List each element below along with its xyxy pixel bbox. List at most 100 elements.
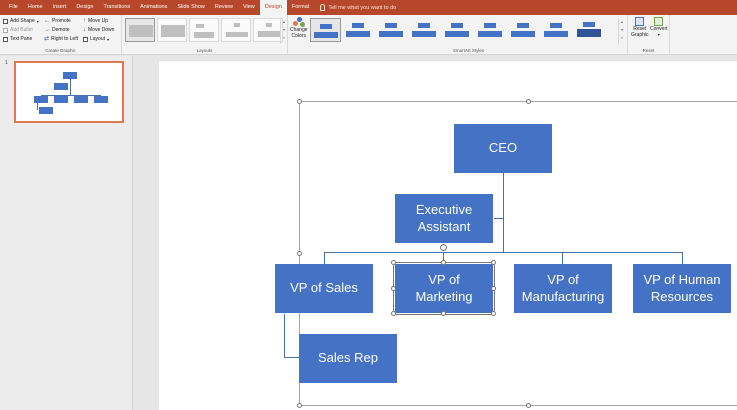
node-assistant-label-1: Executive	[415, 201, 473, 217]
right-to-left-button[interactable]: ⇄ Right to Left	[44, 35, 78, 43]
add-bullet-button[interactable]: Add Bullet	[3, 26, 33, 34]
style-option-4[interactable]	[409, 18, 440, 42]
layout-option-2[interactable]	[157, 18, 187, 42]
tab-review[interactable]: Review	[210, 0, 238, 15]
shape-handle[interactable]	[491, 260, 496, 265]
shape-handle[interactable]	[491, 286, 496, 291]
connector-line	[324, 252, 325, 264]
shape-handle[interactable]	[391, 311, 396, 316]
node-vp-manufacturing[interactable]: VP of Manufacturing	[514, 264, 612, 313]
shape-handle[interactable]	[391, 286, 396, 291]
style-option-3[interactable]	[376, 18, 407, 42]
reset-graphic-button[interactable]: Reset Graphic	[631, 17, 649, 45]
shape-handle[interactable]	[391, 260, 396, 265]
node-vp-hr-label-1: VP of Human	[643, 271, 721, 287]
resize-handle[interactable]	[526, 99, 531, 104]
move-down-arrow-icon: ↓	[83, 26, 86, 33]
tab-insert[interactable]: Insert	[48, 0, 72, 15]
node-sales-rep[interactable]: Sales Rep	[299, 334, 397, 383]
tab-smartart-design[interactable]: Design	[259, 0, 287, 15]
connector-line	[284, 314, 285, 357]
layouts-label: Layouts	[196, 48, 213, 53]
move-down-button[interactable]: ↓ Move Down	[83, 26, 114, 34]
node-sales-rep-label: Sales Rep	[318, 350, 378, 366]
layouts-group: ▴ ▾ ▿ Layouts	[122, 15, 288, 55]
tab-design[interactable]: Design	[71, 0, 98, 15]
node-assistant-label-2: Assistant	[417, 218, 471, 234]
slide-thumbnail-1[interactable]	[14, 61, 124, 123]
style-option-9[interactable]	[574, 18, 605, 42]
style-option-7[interactable]	[508, 18, 539, 42]
tab-slide-show[interactable]: Slide Show	[172, 0, 210, 15]
change-colors-button[interactable]: Change Colors	[290, 17, 308, 45]
move-up-button[interactable]: ↑ Move Up	[83, 17, 108, 25]
resize-handle[interactable]	[297, 403, 302, 408]
style-option-6[interactable]	[475, 18, 506, 42]
styles-scroll-buttons[interactable]: ▴ ▾ ▿	[618, 18, 625, 44]
create-graphic-label: Create Graphic	[45, 48, 76, 53]
node-executive-assistant[interactable]: Executive Assistant	[395, 194, 493, 243]
tell-me-box[interactable]: Tell me what you want to do	[320, 4, 396, 11]
tab-transitions[interactable]: Transitions	[98, 0, 135, 15]
shape-handle[interactable]	[441, 311, 446, 316]
tab-file[interactable]: File	[4, 0, 23, 15]
tab-animations[interactable]: Animations	[135, 0, 172, 15]
rotate-handle[interactable]	[440, 244, 447, 251]
convert-button[interactable]: Convert ▾	[650, 17, 668, 45]
tab-view[interactable]: View	[238, 0, 260, 15]
reset-graphic-icon	[635, 17, 645, 26]
layout-label: Layout	[90, 36, 106, 42]
demote-arrow-icon: →	[44, 26, 50, 33]
node-ceo[interactable]: CEO	[454, 124, 552, 173]
text-pane-label: Text Pane	[10, 36, 33, 42]
node-vp-hr-label-2: Resources	[650, 288, 714, 304]
layout-option-1[interactable]	[125, 18, 155, 42]
convert-icon	[654, 17, 664, 26]
add-shape-label: Add Shape	[10, 18, 35, 24]
style-option-2[interactable]	[343, 18, 374, 42]
smartart-styles-label: SmartArt Styles	[452, 48, 485, 53]
layout-option-3[interactable]	[189, 18, 219, 42]
ribbon: Add Shape ▾ Add Bullet Text Pane ← Promo…	[0, 15, 737, 55]
tab-format[interactable]: Format	[287, 0, 314, 15]
dropdown-arrow-icon: ▾	[657, 32, 660, 37]
connector-line	[682, 252, 683, 264]
add-shape-icon	[3, 18, 8, 24]
promote-arrow-icon: ←	[44, 17, 50, 24]
shape-handle[interactable]	[441, 260, 446, 265]
node-vp-manufacturing-label-1: VP of	[547, 271, 579, 287]
add-shape-button[interactable]: Add Shape ▾	[3, 17, 39, 25]
text-pane-button[interactable]: Text Pane	[3, 35, 32, 43]
tab-home[interactable]: Home	[23, 0, 48, 15]
resize-handle[interactable]	[297, 251, 302, 256]
node-vp-sales[interactable]: VP of Sales	[275, 264, 373, 313]
move-up-label: Move Up	[88, 18, 109, 24]
demote-button[interactable]: → Demote	[44, 26, 70, 34]
node-vp-human-resources[interactable]: VP of Human Resources	[633, 264, 731, 313]
node-vp-marketing[interactable]: VP of Marketing	[393, 262, 495, 315]
node-vp-marketing-label-2: Marketing	[415, 288, 473, 304]
resize-handle[interactable]	[526, 403, 531, 408]
promote-button[interactable]: ← Promote	[44, 17, 71, 25]
move-up-arrow-icon: ↑	[83, 17, 86, 24]
style-option-1[interactable]	[310, 18, 341, 42]
slide-canvas[interactable]: CEO Executive Assistant VP of Sales VP o…	[159, 61, 737, 410]
powerpoint-window: File Home Insert Design Transitions Anim…	[0, 0, 737, 410]
connector-line	[324, 252, 683, 253]
connector-line	[284, 357, 299, 358]
layouts-scroll-buttons[interactable]: ▴ ▾ ▿	[280, 18, 287, 44]
right-to-left-icon: ⇄	[44, 35, 50, 42]
tell-me-label: Tell me what you want to do	[328, 4, 397, 11]
layout-button[interactable]: Layout ▾	[83, 35, 109, 43]
layout-option-4[interactable]	[221, 18, 251, 42]
create-graphic-group: Add Shape ▾ Add Bullet Text Pane ← Promo…	[0, 15, 122, 55]
style-option-8[interactable]	[541, 18, 572, 42]
connector-line	[494, 218, 503, 219]
connector-line	[562, 252, 563, 264]
move-down-label: Move Down	[88, 27, 115, 33]
resize-handle[interactable]	[297, 99, 302, 104]
style-option-5[interactable]	[442, 18, 473, 42]
text-pane-icon	[3, 36, 8, 42]
layout-option-5[interactable]	[253, 18, 283, 42]
shape-handle[interactable]	[491, 311, 496, 316]
